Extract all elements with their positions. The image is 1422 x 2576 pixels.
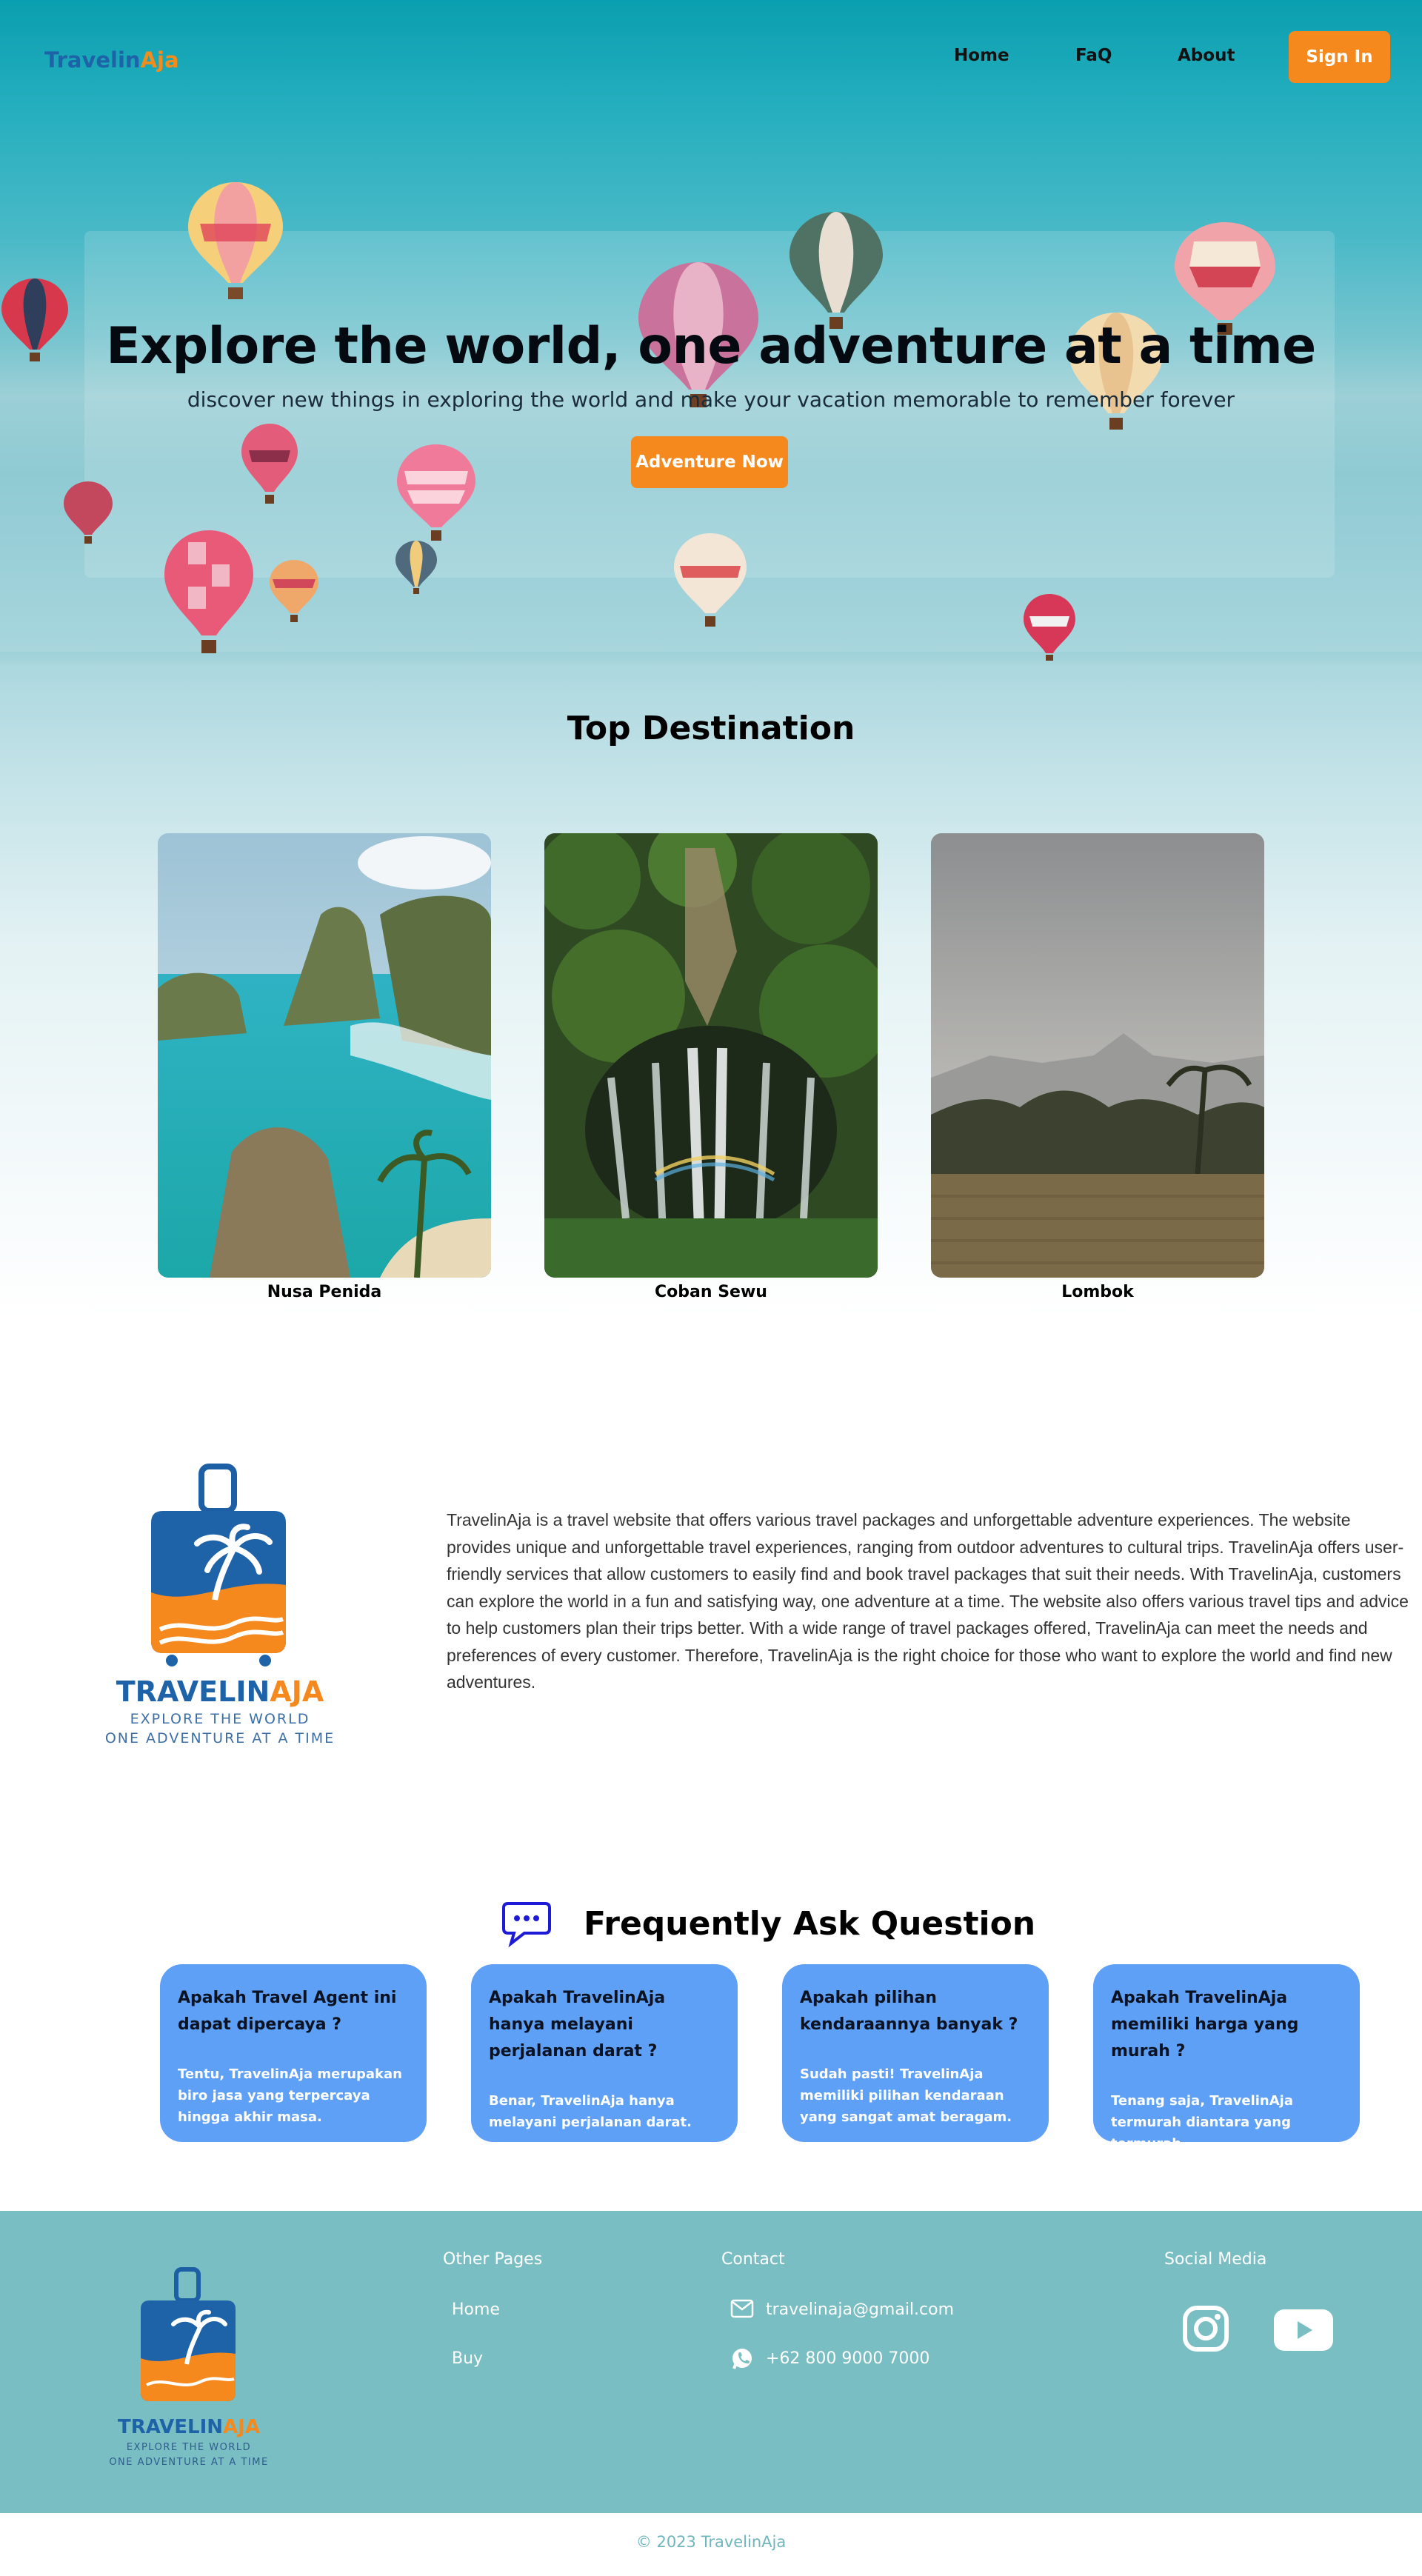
balloon-illustration: [64, 481, 113, 544]
balloon-illustration: [270, 560, 318, 622]
faq-question: Apakah TravelinAja hanya melayani perjal…: [489, 1989, 666, 2061]
balloon-illustration: [188, 182, 283, 299]
logo-tagline-1: EXPLORE THE WORLD: [127, 2442, 251, 2453]
hero-title: Explore the world, one adventure at a ti…: [106, 317, 1316, 376]
faq-answer: Tentu, TravelinAja merupakan biro jasa y…: [178, 2066, 402, 2125]
nav-home[interactable]: Home: [954, 46, 1009, 65]
faq-question: Apakah TravelinAja memiliki harga yang m…: [1111, 1989, 1299, 2061]
suitcase-logo-icon: TRAVELINAJA EXPLORE THE WORLD ONE ADVENT…: [105, 1464, 335, 1746]
brand-logo[interactable]: TravelinAja: [44, 47, 179, 73]
faq-question: Apakah pilihan kendaraannya banyak ?: [800, 1989, 1018, 2034]
brand-part-2: Aja: [140, 47, 179, 73]
whatsapp-icon: [732, 2349, 752, 2369]
balloon-illustration: [397, 444, 475, 541]
footer-link-home[interactable]: Home: [452, 2300, 500, 2319]
sign-in-button[interactable]: Sign In: [1289, 31, 1390, 83]
faq-answer: Benar, TravelinAja hanya melayani perjal…: [489, 2093, 692, 2130]
faq-answer: Sudah pasti! TravelinAja memiliki piliha…: [800, 2066, 1012, 2125]
about-description: TravelinAja is a travel website that off…: [447, 1510, 1409, 1692]
copyright-text: © 2023 TravelinAja: [635, 2533, 787, 2551]
destination-photo: [931, 833, 1264, 1278]
faq-section-title: Frequently Ask Question: [584, 1905, 1036, 1943]
logo-tagline-2: ONE ADVENTURE AT A TIME: [105, 1730, 335, 1746]
footer-other-pages-heading: Other Pages: [443, 2250, 543, 2269]
destination-section-title: Top Destination: [567, 710, 855, 747]
balloon-illustration: [674, 533, 747, 627]
footer-contact-heading: Contact: [721, 2250, 785, 2269]
destination-name: Lombok: [1061, 1283, 1134, 1301]
page: TravelinAja Home FaQ About Sign In Explo…: [0, 0, 1422, 2576]
faq-card[interactable]: Apakah pilihan kendaraannya banyak ? Sud…: [782, 1964, 1049, 2142]
mail-icon: [730, 2299, 754, 2318]
youtube-icon[interactable]: [1274, 2309, 1333, 2351]
footer-logo: TRAVELINAJA EXPLORE THE WORLD ONE ADVENT…: [96, 2266, 281, 2481]
footer-link-buy[interactable]: Buy: [452, 2349, 483, 2368]
balloon-illustration: [164, 530, 253, 653]
logo-tagline-1: EXPLORE THE WORLD: [130, 1711, 310, 1727]
destination-name: Nusa Penida: [267, 1283, 382, 1301]
hero-subtitle: discover new things in exploring the wor…: [187, 387, 1235, 412]
destination-card-coban-sewu[interactable]: [544, 833, 878, 1278]
destination-card-nusa-penida[interactable]: [158, 833, 491, 1278]
faq-card[interactable]: Apakah TravelinAja memiliki harga yang m…: [1093, 1964, 1360, 2152]
footer-social-heading: Social Media: [1164, 2250, 1267, 2269]
destination-card-lombok[interactable]: [931, 833, 1264, 1278]
contact-email[interactable]: travelinaja@gmail.com: [766, 2300, 954, 2319]
chat-bubble-icon: [502, 1902, 551, 1948]
balloon-illustration: [395, 541, 437, 594]
instagram-icon[interactable]: [1182, 2305, 1229, 2352]
adventure-now-button[interactable]: Adventure Now: [631, 436, 788, 488]
logo-name: TRAVELINAJA: [116, 1675, 324, 1708]
destination-photo: [158, 833, 491, 1278]
balloon-illustration: [1024, 594, 1075, 661]
about-logo: TRAVELINAJA EXPLORE THE WORLD ONE ADVENT…: [89, 1459, 352, 1763]
nav-faq[interactable]: FaQ: [1075, 46, 1112, 65]
logo-tagline-2: ONE ADVENTURE AT A TIME: [109, 2457, 268, 2468]
nav-about[interactable]: About: [1178, 46, 1235, 65]
brand-part-1: Travelin: [44, 47, 141, 73]
destination-name: Coban Sewu: [655, 1283, 767, 1301]
destination-photo: [544, 833, 878, 1278]
faq-card[interactable]: Apakah TravelinAja hanya melayani perjal…: [471, 1964, 738, 2142]
balloon-illustration: [241, 424, 298, 504]
suitcase-logo-icon: TRAVELINAJA EXPLORE THE WORLD ONE ADVENT…: [109, 2267, 268, 2468]
contact-phone[interactable]: +62 800 9000 7000: [766, 2349, 929, 2368]
faq-answer: Tenang saja, TravelinAja termurah dianta…: [1111, 2093, 1293, 2152]
logo-name: TRAVELINAJA: [118, 2416, 260, 2438]
faq-question: Apakah Travel Agent ini dapat dipercaya …: [178, 1989, 397, 2034]
faq-card[interactable]: Apakah Travel Agent ini dapat dipercaya …: [160, 1964, 427, 2142]
